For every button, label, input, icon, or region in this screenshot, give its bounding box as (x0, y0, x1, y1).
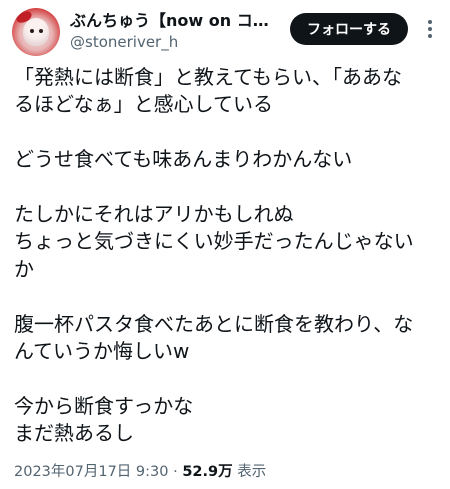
tweet-line: 今から断食すっかな (14, 393, 194, 418)
timestamp[interactable]: 2023年07月17日 9:30 (14, 464, 168, 480)
avatar-eye-right (39, 29, 43, 33)
follow-button[interactable]: フォローする (290, 13, 408, 45)
tweet-line: 「発熱には断食」と教えてもらい、「ああな (14, 65, 402, 89)
tweet-line: ちょっと気づきにくい妙手だったんじゃない (14, 229, 414, 254)
tweet-line: どうせ食べても味あんまりわかんない (14, 147, 353, 172)
tweet-meta: 2023年07月17日 9:30 · 52.9万 表示 (14, 462, 266, 482)
avatar-eye-left (30, 29, 34, 33)
tweet-line (14, 365, 440, 392)
tweet-line: たしかにそれはアリかもしれぬ (14, 201, 294, 226)
tweet-line: んていうか悔しいw (14, 338, 190, 363)
more-dot (428, 27, 432, 31)
avatar-face (23, 18, 49, 46)
author-handle[interactable]: @stoneriver_h (70, 32, 178, 52)
tweet-line: まだ熱あるし (14, 421, 134, 446)
tweet-text: 「発熱には断食」と教えてもらい、「ああな るほどなぁ」と感心している どうせ食べ… (14, 64, 440, 447)
more-dot (428, 20, 432, 24)
view-count[interactable]: 52.9万 (182, 464, 232, 480)
tweet-line: か (14, 256, 34, 281)
tweet-line (14, 283, 440, 310)
tweet-line: 腹一杯パスタ食べたあとに断食を教わり、な (14, 311, 414, 336)
tweet-line (14, 174, 440, 201)
author-display-name[interactable]: ぶんちゅう【now on コ… (70, 10, 280, 32)
view-count-label: 表示 (237, 464, 267, 480)
avatar[interactable] (12, 8, 60, 56)
meta-separator: · (173, 464, 178, 480)
tweet-line (14, 119, 440, 146)
tweet-line: るほどなぁ」と感心している (14, 92, 273, 117)
tweet-header: ぶんちゅう【now on コ… @stoneriver_h フォローする (0, 0, 450, 64)
more-options-icon[interactable] (418, 15, 442, 43)
more-dot (428, 34, 432, 38)
